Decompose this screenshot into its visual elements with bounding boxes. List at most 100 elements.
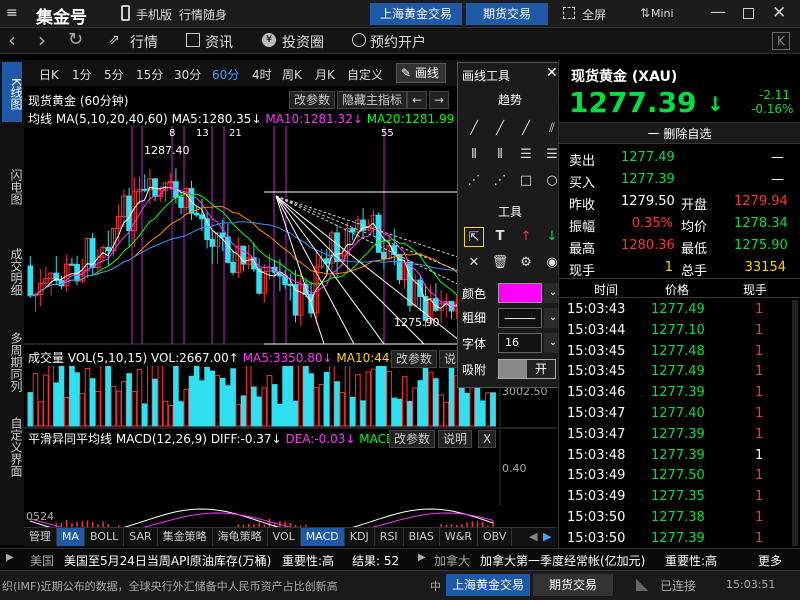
change-params-button[interactable]: 改参数 — [289, 91, 336, 109]
settings-gear-icon[interactable]: ⚙ — [516, 253, 536, 273]
up-arrow-icon[interactable]: ↑ — [516, 227, 536, 247]
invest-circle-button[interactable]: 投资圈 — [282, 32, 324, 52]
period-15m[interactable]: 15分 — [136, 66, 163, 83]
refresh-icon[interactable]: ↻ — [68, 29, 83, 50]
trade-price: 1277.39 — [651, 426, 705, 442]
tab-rsi[interactable]: RSI — [375, 528, 404, 546]
period-5m[interactable]: 5分 — [104, 66, 124, 83]
period-month[interactable]: 月K — [315, 66, 335, 83]
trash-icon[interactable]: 🗑 — [490, 253, 510, 273]
trade-time: 15:03:43 — [567, 302, 626, 317]
news-more-button[interactable]: 更多 — [758, 552, 782, 569]
trade-price: 1277.49 — [651, 302, 705, 317]
draw-line-button[interactable]: ✎ 画线 — [396, 63, 446, 83]
ma5-value: MA5:1280.35↓ — [171, 112, 262, 126]
macd-explain-button[interactable]: 说明 — [438, 430, 473, 448]
collapse-panel-icon[interactable]: K — [772, 32, 790, 50]
tab-ma[interactable]: MA — [57, 528, 86, 546]
status-tab-futures[interactable]: 期货交易 — [533, 574, 613, 596]
tab-boll[interactable]: BOLL — [85, 528, 125, 546]
status-tab-shanghai[interactable]: 上海黄金交易 — [446, 574, 530, 596]
tab-turtle-strategy[interactable]: 海龟策略 — [213, 528, 268, 546]
fullscreen-button[interactable]: 全屏 — [582, 6, 606, 23]
back-icon[interactable]: ‹ — [8, 28, 16, 52]
tab-macd[interactable]: MACD — [300, 528, 345, 546]
fib-retracement-icon[interactable]: ☰ — [516, 145, 536, 165]
period-30m[interactable]: 30分 — [174, 66, 201, 83]
hide-main-indicator-button[interactable]: 隐藏主指标 — [337, 91, 408, 109]
extended-line-icon[interactable]: ╱ — [516, 119, 536, 139]
news-bar: ▶ 美国 美国至5月24日当周API原油库存(万桶) 重要性:高 结果: 52 … — [0, 548, 800, 570]
fib-time-icon[interactable]: ⦀ — [464, 145, 484, 165]
period-1d[interactable]: 日K — [39, 66, 59, 83]
mini-icon[interactable]: ⇅ — [640, 6, 650, 20]
tab-manage[interactable]: 管理 — [24, 528, 57, 546]
forward-icon[interactable]: › — [38, 28, 46, 52]
scroll-right-button[interactable]: → — [429, 91, 450, 109]
remove-favorite-button[interactable]: 一 删除自选 — [559, 122, 800, 144]
scroll-left-button[interactable]: ← — [407, 91, 428, 109]
vol-legend: 成交量 VOL(5,10,15) VOL:2667.00↑ MA5:3350.8… — [28, 349, 417, 366]
menu-icon[interactable]: ≡ — [6, 6, 20, 20]
tab-jijin-strategy[interactable]: 集金策略 — [158, 528, 213, 546]
tab-wr[interactable]: W&R — [440, 528, 478, 546]
font-size-select[interactable]: 16 — [498, 333, 542, 353]
news-item-1[interactable]: 美国至5月24日当周API原油库存(万桶) — [64, 552, 271, 569]
maximize-icon[interactable] — [743, 8, 754, 19]
fib-count-13: 13 — [196, 128, 209, 139]
tab-kdj[interactable]: KDJ — [345, 528, 375, 546]
close-icon[interactable]: ✕ — [772, 3, 786, 23]
nav-multi-period[interactable]: 多周期同列 — [2, 322, 23, 397]
phone-icon[interactable] — [121, 5, 130, 21]
tabs-scroll-right-icon[interactable]: ▶ — [543, 530, 551, 543]
macd-change-params-button[interactable]: 改参数 — [389, 430, 436, 448]
minimize-icon[interactable]: — — [710, 2, 726, 21]
exchange-tab-shanghai[interactable]: 上海黄金交易 — [370, 3, 462, 25]
mobile-version-link[interactable]: 手机版 — [136, 6, 172, 23]
speed-lines-icon[interactable]: ⋰ — [464, 171, 484, 191]
color-swatch[interactable] — [498, 283, 542, 303]
nav-kline[interactable]: K线图 — [2, 62, 23, 122]
period-1m[interactable]: 1分 — [72, 66, 92, 83]
snap-toggle[interactable]: 开 — [498, 359, 556, 379]
macd-close-button[interactable]: X — [478, 430, 497, 448]
tab-vol[interactable]: VOL — [268, 528, 301, 546]
period-4h[interactable]: 4时 — [252, 66, 272, 83]
exchange-tab-futures[interactable]: 期货交易 — [466, 3, 548, 25]
period-week[interactable]: 周K — [282, 66, 302, 83]
draw-panel-close-icon[interactable]: ✕ — [546, 65, 558, 81]
news-button[interactable]: 资讯 — [205, 32, 233, 52]
tab-obv[interactable]: OBV — [478, 528, 513, 546]
volume-bar — [417, 380, 424, 427]
text-tool-icon[interactable]: T — [490, 227, 510, 247]
nav-trade-detail[interactable]: 成交明细 — [2, 240, 23, 300]
select-cursor-icon[interactable]: ⇱ — [464, 227, 484, 247]
volume-bar — [334, 381, 340, 427]
news-item-2[interactable]: 加拿大第一季度经常帐(亿加元) — [480, 552, 645, 569]
trade-time: 15:03:44 — [567, 322, 626, 338]
fan-lines-icon[interactable]: ⋰ — [490, 171, 510, 191]
tab-sar[interactable]: SAR — [124, 528, 158, 546]
trade-list-scrollbar[interactable] — [792, 300, 798, 546]
vol-change-params-button[interactable]: 改参数 — [391, 350, 438, 368]
volume-bar — [412, 387, 418, 427]
fullscreen-icon[interactable] — [563, 7, 575, 19]
weight-select[interactable] — [498, 308, 542, 328]
delete-x-icon[interactable]: ✕ — [464, 253, 484, 273]
ray-line-icon[interactable]: ╱ — [490, 119, 510, 139]
rectangle-icon[interactable]: □ — [516, 171, 536, 191]
indicator-tabs: 管理 MA BOLL SAR 集金策略 海龟策略 VOL MACD KDJ RSI BIAS W&R O… — [24, 527, 557, 547]
nav-custom-layout[interactable]: 自定义界面 — [2, 410, 23, 480]
period-custom[interactable]: 自定义 — [347, 66, 383, 83]
tab-bias[interactable]: BIAS — [404, 528, 440, 546]
tabs-scroll-left-icon[interactable]: ◀ — [529, 530, 537, 543]
trade-volume: 1 — [755, 406, 764, 421]
volume-bar — [360, 400, 366, 427]
period-60m[interactable]: 60分 — [212, 66, 239, 83]
market-button[interactable]: 行情 — [130, 32, 158, 52]
open-account-button[interactable]: 预约开户 — [370, 32, 426, 52]
line-segment-icon[interactable]: ╱ — [464, 119, 484, 139]
gann-lines-icon[interactable]: ⦀ — [490, 145, 510, 165]
mini-button[interactable]: Mini — [651, 7, 674, 20]
nav-flash-chart[interactable]: 闪电图 — [2, 160, 23, 210]
